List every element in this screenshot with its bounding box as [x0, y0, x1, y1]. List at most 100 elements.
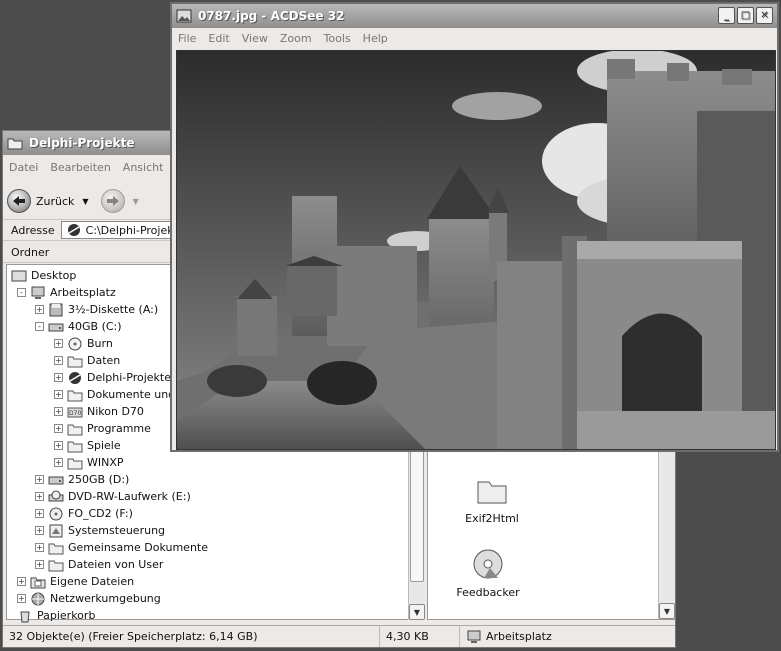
expand-icon[interactable]: + [54, 424, 63, 433]
scroll-down-button[interactable]: ▼ [409, 604, 425, 620]
acdsee-titlebar[interactable]: 0787.jpg - ACDSee 32 _ □ ✕ [172, 4, 777, 28]
address-label: Adresse [11, 223, 55, 237]
expand-icon[interactable]: + [35, 475, 44, 484]
tree-item[interactable]: - 40GB (C:) [35, 318, 122, 335]
expand-icon[interactable]: + [54, 458, 63, 467]
tree-item[interactable]: + Spiele [54, 437, 121, 454]
tree-item[interactable]: +250GB (D:) [35, 471, 129, 488]
drive-icon [48, 473, 64, 487]
tree-item[interactable]: +3½-Diskette (A:) [35, 301, 158, 318]
expand-icon[interactable]: + [17, 577, 26, 586]
expand-icon[interactable]: + [35, 543, 44, 552]
file-item[interactable]: Feedbacker [448, 548, 528, 599]
minimize-button[interactable]: _ [718, 7, 735, 24]
computer-icon [466, 630, 482, 644]
menu-edit[interactable]: Edit [202, 32, 235, 45]
tree-item[interactable]: + Eigene Dateien [17, 573, 134, 590]
file-item[interactable]: Exif2Html [452, 474, 532, 525]
castle-photo[interactable] [176, 50, 776, 450]
tree-item[interactable]: + DVD-RW-Laufwerk (E:) [35, 488, 191, 505]
expand-icon[interactable]: + [35, 305, 44, 314]
expand-icon[interactable]: + [35, 492, 44, 501]
expand-icon[interactable]: + [54, 356, 63, 365]
folder-icon [67, 388, 83, 402]
delphi-folder-icon [67, 371, 83, 385]
tree-item[interactable]: + Systemsteuerung [35, 522, 165, 539]
expand-icon[interactable]: + [54, 339, 63, 348]
folder-icon [476, 474, 508, 506]
file-list-scrollbar[interactable]: ▼ [658, 452, 675, 619]
castle-image [177, 51, 775, 449]
tree-item-label: Programme [87, 422, 151, 435]
menu-help[interactable]: Help [357, 32, 394, 45]
maximize-button[interactable]: □ [737, 7, 754, 24]
tree-item[interactable]: - Arbeitsplatz [17, 284, 116, 301]
tree-item-label: Eigene Dateien [50, 575, 135, 588]
delphi-icon [66, 223, 82, 237]
tree-item[interactable]: + Dokumente und E [54, 386, 186, 403]
window-title: Delphi-Projekte [29, 136, 135, 150]
dvd-icon [48, 490, 64, 504]
menu-ansicht[interactable]: Ansicht [117, 161, 170, 174]
collapse-icon[interactable]: - [35, 322, 44, 331]
menu-bearbeiten[interactable]: Bearbeiten [44, 161, 116, 174]
tree-item[interactable]: + Delphi-Projekte [54, 369, 171, 386]
navigation-toolbar: Zurück ▼ ▼ [7, 185, 139, 217]
tree-item[interactable]: Papierkorb [17, 607, 95, 624]
expand-icon[interactable]: + [54, 373, 63, 382]
menu-zoom[interactable]: Zoom [274, 32, 318, 45]
tree-item[interactable]: + Netzwerkumgebung [17, 590, 161, 607]
folder-icon [67, 422, 83, 436]
camera-folder-icon: D70 [67, 405, 83, 419]
tree-item-label: DVD-RW-Laufwerk (E:) [68, 490, 191, 503]
tree-item-label: Systemsteuerung [68, 524, 166, 537]
acdsee-window: 0787.jpg - ACDSee 32 _ □ ✕ File Edit Vie… [170, 2, 779, 452]
tree-item-label: Arbeitsplatz [50, 286, 116, 299]
tree-item[interactable]: + Gemeinsame Dokumente [35, 539, 208, 556]
tree-item[interactable]: + D70 Nikon D70 [54, 403, 144, 420]
maximize-icon: □ [740, 10, 751, 21]
expand-icon[interactable]: + [35, 560, 44, 569]
expand-icon[interactable]: + [35, 526, 44, 535]
back-button[interactable] [7, 189, 31, 213]
scroll-down-button[interactable]: ▼ [659, 603, 675, 619]
status-size-text: 4,30 KB [386, 630, 429, 643]
expand-icon[interactable]: + [17, 594, 26, 603]
tree-item-label: 40GB (C:) [68, 320, 122, 333]
minimize-icon: _ [724, 10, 729, 21]
menu-tools[interactable]: Tools [318, 32, 357, 45]
expand-icon[interactable]: + [35, 509, 44, 518]
menu-file[interactable]: File [172, 32, 202, 45]
folder-icon [48, 541, 64, 555]
menu-view[interactable]: View [236, 32, 274, 45]
tree-item[interactable]: Desktop [11, 267, 76, 284]
chevron-down-icon[interactable]: ▼ [133, 197, 139, 206]
expand-icon[interactable]: + [54, 407, 63, 416]
status-size: 4,30 KB [380, 626, 460, 647]
forward-button[interactable] [100, 189, 125, 213]
tree-item[interactable]: + Dateien von User [35, 556, 163, 573]
control-panel-icon [48, 524, 64, 538]
menu-datei[interactable]: Datei [3, 161, 44, 174]
expand-icon[interactable]: + [54, 441, 63, 450]
expand-icon[interactable]: + [54, 390, 63, 399]
tree-item-label: Papierkorb [37, 609, 96, 622]
window-title: 0787.jpg - ACDSee 32 [198, 9, 345, 23]
tree-item[interactable]: + WINXP [54, 454, 124, 471]
tree-item[interactable]: + Burn [54, 335, 113, 352]
back-label: Zurück [36, 194, 75, 208]
status-location: Arbeitsplatz [460, 626, 552, 647]
collapse-icon[interactable]: - [17, 288, 26, 297]
computer-icon [30, 286, 46, 300]
svg-text:D70: D70 [69, 410, 81, 417]
desktop-icon [11, 269, 27, 283]
chevron-down-icon[interactable]: ▼ [82, 197, 88, 206]
tree-item[interactable]: + FO_CD2 (F:) [35, 505, 133, 522]
tree-item[interactable]: + Programme [54, 420, 151, 437]
tree-item[interactable]: + Daten [54, 352, 120, 369]
tree-item-label: Dateien von User [68, 558, 164, 571]
file-list-pane[interactable]: Exif2Html Feedbacker ▼ [427, 451, 675, 620]
recycle-bin-icon [17, 609, 33, 623]
close-button[interactable]: ✕ [756, 7, 773, 24]
image-icon [176, 9, 192, 23]
